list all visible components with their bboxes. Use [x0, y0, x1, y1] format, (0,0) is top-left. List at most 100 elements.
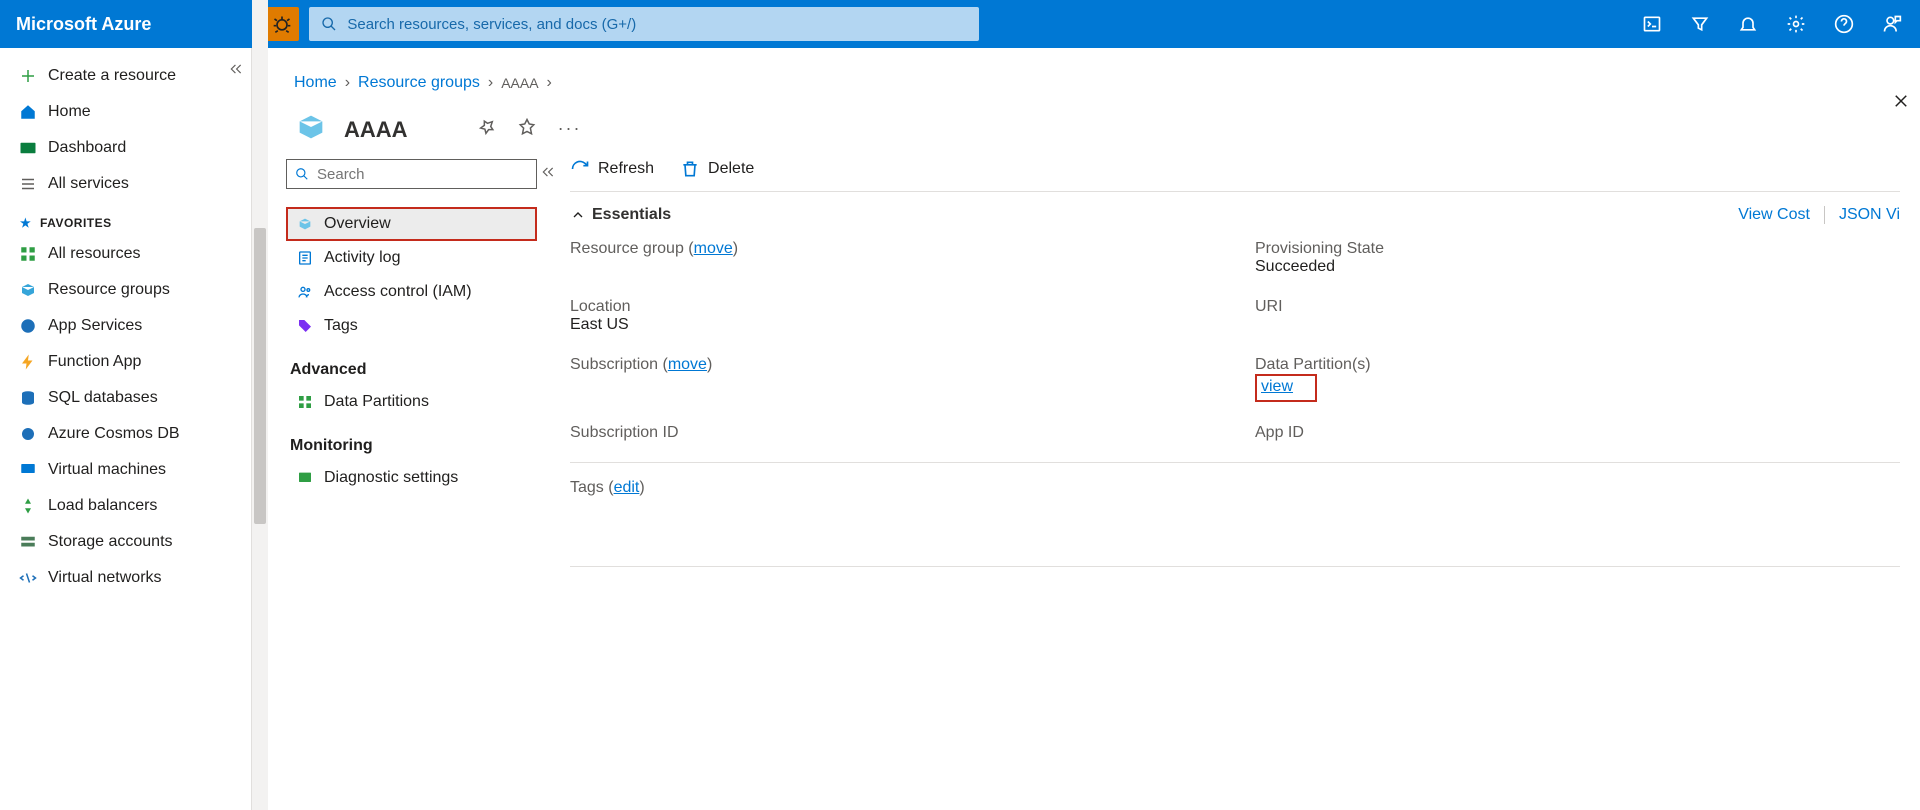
breadcrumb-home[interactable]: Home	[294, 74, 337, 92]
nav-label: All services	[48, 175, 129, 193]
edit-tags-link[interactable]: edit	[614, 479, 640, 496]
sidebar-item-all-resources[interactable]: All resources	[0, 236, 251, 272]
favorite-button[interactable]	[518, 118, 536, 141]
function-icon	[18, 352, 38, 372]
sidebar-item-dashboard[interactable]: Dashboard	[0, 130, 251, 166]
resource-menu-iam[interactable]: Access control (IAM)	[286, 275, 537, 309]
essentials-location: Location East US	[570, 298, 1215, 334]
breadcrumb-current: AAAA	[501, 75, 538, 91]
essentials-toggle[interactable]: Essentials	[570, 206, 671, 224]
global-search[interactable]	[309, 7, 979, 41]
scrollbar-track[interactable]	[252, 0, 268, 810]
sidebar-item-vnet[interactable]: Virtual networks	[0, 560, 251, 596]
sidebar-collapse-button[interactable]	[229, 62, 243, 81]
trash-icon	[680, 159, 700, 179]
chevron-left-double-icon	[229, 62, 243, 76]
scrollbar-thumb[interactable]	[254, 228, 266, 524]
menu-label: Activity log	[324, 249, 400, 267]
nav-label: All resources	[48, 245, 140, 263]
resource-menu-overview[interactable]: Overview	[286, 207, 537, 241]
load-balancer-icon	[18, 496, 38, 516]
sidebar-item-sql[interactable]: SQL databases	[0, 380, 251, 416]
data-partition-view-link[interactable]: view	[1261, 378, 1293, 395]
plus-icon	[18, 66, 38, 86]
delete-button[interactable]: Delete	[680, 159, 754, 179]
bell-icon	[1738, 14, 1758, 34]
essentials-resource-group: Resource group (move)	[570, 240, 1215, 276]
chevron-right-icon: ›	[488, 74, 493, 92]
nav-label: Resource groups	[48, 281, 170, 299]
resource-menu-diagnostic[interactable]: Diagnostic settings	[286, 461, 537, 495]
help-button[interactable]	[1832, 12, 1856, 36]
label: Data Partition(s)	[1255, 356, 1900, 374]
nav-label: Load balancers	[48, 497, 157, 515]
sidebar-item-storage[interactable]: Storage accounts	[0, 524, 251, 560]
view-cost-link[interactable]: View Cost	[1738, 206, 1810, 224]
sidebar-item-home[interactable]: Home	[0, 94, 251, 130]
chevron-right-icon: ›	[547, 74, 552, 92]
overview-icon	[296, 215, 314, 233]
filter-icon	[1690, 14, 1710, 34]
pin-button[interactable]	[478, 118, 496, 141]
divider	[1824, 206, 1825, 224]
refresh-button[interactable]: Refresh	[570, 159, 654, 179]
filter-button[interactable]	[1688, 12, 1712, 36]
nav-label: App Services	[48, 317, 142, 335]
star-filled-icon: ★	[20, 216, 31, 230]
data-partition-icon	[296, 393, 314, 411]
resource-menu-data-partitions[interactable]: Data Partitions	[286, 385, 537, 419]
essentials-subscription-id: Subscription ID	[570, 424, 1215, 442]
nav-label: Create a resource	[48, 67, 176, 85]
label: Resource group	[570, 240, 684, 257]
menu-label: Overview	[324, 215, 391, 233]
essentials-header: Essentials View Cost JSON Vi	[570, 192, 1900, 234]
resource-title: AAAA	[344, 117, 408, 143]
resource-menu-search-input[interactable]	[317, 166, 528, 183]
sidebar-item-vm[interactable]: Virtual machines	[0, 452, 251, 488]
nav-label: SQL databases	[48, 389, 158, 407]
brand: Microsoft Azure	[16, 14, 151, 35]
resource-menu-tags[interactable]: Tags	[286, 309, 537, 343]
close-blade-button[interactable]	[1892, 92, 1910, 116]
sidebar-item-create[interactable]: Create a resource	[0, 58, 251, 94]
cosmos-icon	[18, 424, 38, 444]
nav-label: Storage accounts	[48, 533, 173, 551]
app-service-icon	[18, 316, 38, 336]
debug-button[interactable]	[265, 7, 299, 41]
cloud-shell-icon	[1642, 14, 1662, 34]
sidebar-item-app-services[interactable]: App Services	[0, 308, 251, 344]
label: App ID	[1255, 424, 1900, 442]
resource-menu-search[interactable]	[286, 159, 537, 189]
move-subscription-link[interactable]: move	[668, 356, 707, 373]
sidebar-item-resource-groups[interactable]: Resource groups	[0, 272, 251, 308]
sidebar-item-cosmos[interactable]: Azure Cosmos DB	[0, 416, 251, 452]
feedback-button[interactable]	[1880, 12, 1904, 36]
nav-label: Azure Cosmos DB	[48, 425, 180, 443]
sidebar-item-function-app[interactable]: Function App	[0, 344, 251, 380]
global-search-input[interactable]	[347, 16, 967, 33]
resource-menu-activity-log[interactable]: Activity log	[286, 241, 537, 275]
essentials-title: Essentials	[592, 206, 671, 224]
list-icon	[18, 174, 38, 194]
sidebar-item-all-services[interactable]: All services	[0, 166, 251, 202]
settings-button[interactable]	[1784, 12, 1808, 36]
resource-menu: Overview Activity log Access control (IA…	[268, 149, 550, 810]
json-view-link[interactable]: JSON Vi	[1839, 206, 1900, 224]
breadcrumb-resource-groups[interactable]: Resource groups	[358, 74, 480, 92]
notifications-button[interactable]	[1736, 12, 1760, 36]
resource-group-icon	[18, 280, 38, 300]
essentials-grid: Resource group (move) Provisioning State…	[570, 234, 1900, 462]
breadcrumb: Home › Resource groups › AAAA ›	[268, 48, 1920, 92]
star-icon	[518, 118, 536, 136]
label: Tags	[570, 479, 604, 496]
move-resource-group-link[interactable]: move	[694, 240, 733, 257]
nav-label: Home	[48, 103, 91, 121]
resource-header: AAAA ···	[268, 92, 1920, 149]
cloud-shell-button[interactable]	[1640, 12, 1664, 36]
sidebar-item-lb[interactable]: Load balancers	[0, 488, 251, 524]
resource-menu-section-advanced: Advanced	[286, 343, 537, 385]
more-button[interactable]: ···	[558, 118, 582, 141]
label: URI	[1255, 298, 1900, 316]
diagnostic-icon	[296, 469, 314, 487]
nav-label: Virtual networks	[48, 569, 162, 587]
